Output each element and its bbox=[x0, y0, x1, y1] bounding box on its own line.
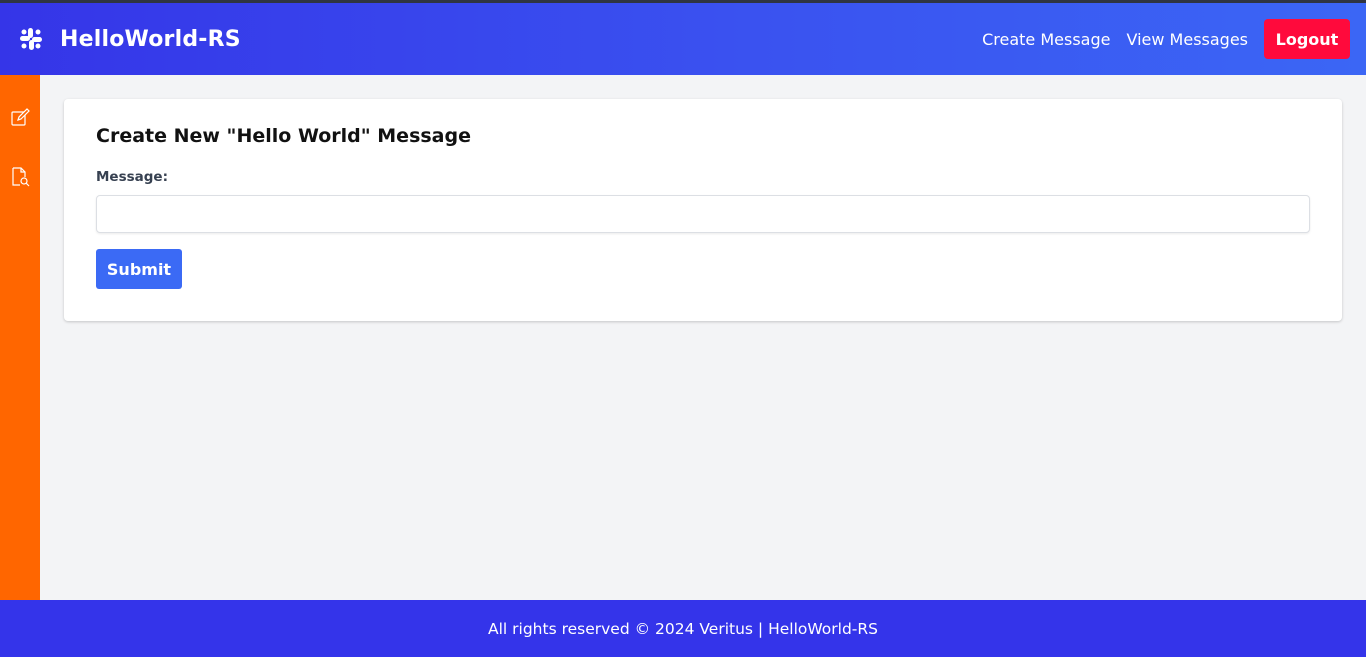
create-message-card: Create New "Hello World" Message Message… bbox=[64, 99, 1342, 321]
edit-icon bbox=[10, 108, 30, 128]
app-title: HelloWorld-RS bbox=[60, 26, 241, 52]
message-input[interactable] bbox=[96, 195, 1310, 233]
nav-create-message[interactable]: Create Message bbox=[982, 30, 1110, 49]
footer-text: All rights reserved © 2024 Veritus | Hel… bbox=[488, 619, 878, 638]
slack-icon bbox=[18, 26, 44, 52]
file-search-icon bbox=[10, 167, 30, 187]
footer: All rights reserved © 2024 Veritus | Hel… bbox=[0, 600, 1366, 657]
sidebar-item-view[interactable] bbox=[8, 165, 32, 189]
main-content: Create New "Hello World" Message Message… bbox=[40, 75, 1366, 600]
logout-button[interactable]: Logout bbox=[1264, 19, 1350, 59]
message-label: Message: bbox=[96, 169, 168, 185]
submit-button[interactable]: Submit bbox=[96, 249, 182, 289]
app-header: HelloWorld-RS Create Message View Messag… bbox=[0, 3, 1366, 75]
sidebar-item-create[interactable] bbox=[8, 106, 32, 130]
top-nav: Create Message View Messages Logout bbox=[982, 19, 1350, 59]
brand[interactable]: HelloWorld-RS bbox=[18, 26, 241, 52]
sidebar bbox=[0, 75, 40, 600]
form-title: Create New "Hello World" Message bbox=[96, 125, 471, 147]
nav-view-messages[interactable]: View Messages bbox=[1126, 30, 1248, 49]
